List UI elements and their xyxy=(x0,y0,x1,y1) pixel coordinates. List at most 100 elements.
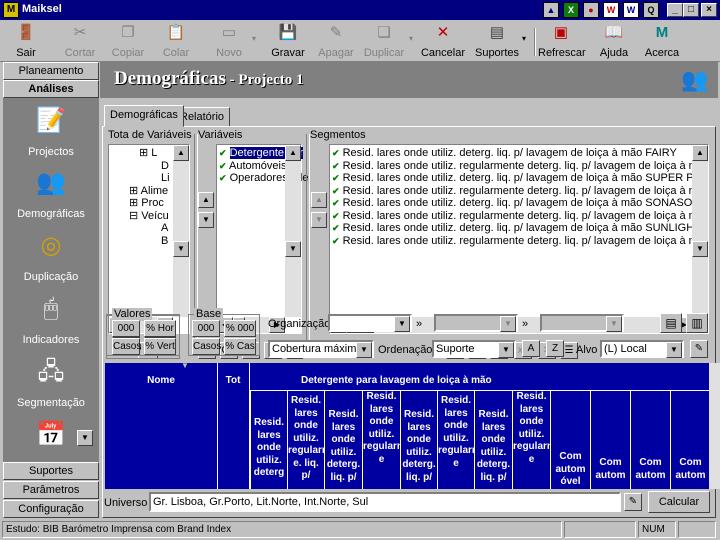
grid-column-header[interactable]: Resid. lares onde utiliz. regularment e xyxy=(437,391,474,489)
tree-item[interactable]: Li xyxy=(161,172,170,185)
list-item[interactable]: ✔ Resid. lares onde utiliz. deterg. liq.… xyxy=(332,222,701,235)
list-item[interactable]: ✔ Automóveis xyxy=(219,160,286,173)
supports-button[interactable]: ▤ Suportes xyxy=(474,20,520,62)
delete-button[interactable]: ✎ Apagar xyxy=(314,20,358,62)
grid-column-header[interactable]: Resid. lares onde utiliz. regularment e xyxy=(362,391,400,489)
move-down-button[interactable]: ▼ xyxy=(198,212,214,228)
cancel-button[interactable]: ✕ Cancelar xyxy=(420,20,466,62)
duplicate-button[interactable]: ❏ Duplicar xyxy=(362,20,406,62)
tree-item[interactable]: A xyxy=(161,222,168,235)
duplicate-dropdown-icon[interactable]: ▾ xyxy=(409,34,413,43)
sort-asc-button[interactable]: A xyxy=(522,340,540,357)
level3-select[interactable]: ▼ xyxy=(540,314,624,332)
tray-up-icon[interactable]: ▲ xyxy=(543,2,559,18)
grid-column-header[interactable]: Com autom xyxy=(590,391,630,489)
tab-demograficas[interactable]: Demográficas xyxy=(104,105,184,127)
alvo-edit-button[interactable]: ✎ xyxy=(690,340,708,358)
segments-list[interactable]: ✔ Resid. lares onde utiliz. deterg. liq.… xyxy=(329,144,709,334)
move-up-button[interactable]: ▲ xyxy=(198,192,214,208)
save-button[interactable]: 💾 Gravar xyxy=(268,20,308,62)
results-grid[interactable]: ▼ Nome Tot Detergente para lavagem de lo… xyxy=(105,363,709,489)
list-item[interactable]: ✔ Resid. lares onde utiliz. deterg. liq.… xyxy=(332,197,698,210)
scroll-down-icon[interactable]: ▼ xyxy=(173,241,189,257)
scroll-up-icon[interactable]: ▲ xyxy=(285,145,301,161)
valores-000-btn[interactable]: 000 xyxy=(112,320,140,337)
nav-analises-button[interactable]: Análises xyxy=(3,80,99,98)
organizacao-select[interactable]: ▼ xyxy=(328,314,412,332)
valores-vert-btn[interactable]: % Vert xyxy=(144,338,176,355)
nav-item-demograficas[interactable]: 👥 Demográficas xyxy=(3,168,99,220)
scroll-up-icon[interactable]: ▲ xyxy=(173,145,189,161)
new-dropdown-icon[interactable]: ▾ xyxy=(252,34,256,43)
cobertura-select[interactable]: Cobertura máxima ▼ xyxy=(268,340,374,358)
nav-configuracao-button[interactable]: Configuração xyxy=(3,500,99,518)
base-cas-btn[interactable]: % Cas xyxy=(224,338,256,355)
list-item[interactable]: ✔ Resid. lares onde utiliz. regularmente… xyxy=(332,160,708,173)
word-icon[interactable]: W xyxy=(623,2,639,18)
grid-header-tot[interactable]: Tot xyxy=(218,375,248,386)
grid-column-header[interactable]: Com autom xyxy=(630,391,670,489)
list-item[interactable]: ✔ Resid. lares onde utiliz. regularmente… xyxy=(332,210,708,223)
supports-dropdown-icon[interactable]: ▾ xyxy=(522,34,526,43)
segment-down-button[interactable]: ▼ xyxy=(311,212,327,228)
grid-group-header[interactable]: Detergente para lavagem de loiça à mão xyxy=(251,375,551,386)
list-item[interactable]: ✔ Resid. lares onde utiliz. regularmente… xyxy=(332,235,708,248)
grid-column-header[interactable]: Resid. lares onde utiliz. deterg. liq. p… xyxy=(400,391,437,489)
nav-item-segmentacao[interactable]: 🖧 Segmentação xyxy=(3,357,99,409)
search-icon[interactable]: Q xyxy=(643,2,659,18)
nav-item-duplicacao[interactable]: ◎ Duplicação xyxy=(3,231,99,283)
maximize-button[interactable]: □ xyxy=(683,3,699,17)
tree-item[interactable]: D xyxy=(161,160,169,173)
copy-button[interactable]: ❐ Copiar xyxy=(108,20,148,62)
segments-vertical-scrollbar[interactable]: ▲ ▼ xyxy=(692,145,708,317)
tree-vertical-scrollbar[interactable]: ▲ ▼ xyxy=(173,145,189,317)
grid-column-header[interactable]: Resid. lares onde utiliz. deterg xyxy=(250,391,287,489)
universo-edit-button[interactable]: ✎ xyxy=(624,493,642,511)
grid-column-header[interactable]: Com autom xyxy=(670,391,709,489)
valores-casos-btn[interactable]: Casos xyxy=(112,338,141,355)
export-button[interactable]: ▤ xyxy=(660,313,682,333)
list-item[interactable]: ✔ Resid. lares onde utiliz. regularmente… xyxy=(332,185,708,198)
nav-item-indicadores[interactable]: 🖱 Indicadores xyxy=(3,294,99,346)
about-button[interactable]: M Acerca xyxy=(640,20,684,62)
minimize-button[interactable]: _ xyxy=(667,3,683,17)
tree-item[interactable]: ⊟ Veícu xyxy=(129,210,169,223)
tree-item[interactable]: ⊞ Alime xyxy=(129,185,168,198)
powerpoint-icon[interactable]: W xyxy=(603,2,619,18)
scroll-down-icon[interactable]: ▼ xyxy=(692,241,708,257)
list-item[interactable]: ✔ Resid. lares onde utiliz. deterg. liq.… xyxy=(332,147,677,160)
exit-button[interactable]: 🚪 Sair xyxy=(6,20,46,62)
universo-field[interactable]: Gr. Lisboa, Gr.Porto, Lit.Norte, Int.Nor… xyxy=(149,492,621,512)
grid-column-header[interactable]: Com autom óvel xyxy=(550,391,590,489)
print-button[interactable]: ▥ xyxy=(686,313,708,333)
scroll-up-icon[interactable]: ▲ xyxy=(692,145,708,161)
segment-up-button[interactable]: ▲ xyxy=(311,192,327,208)
base-pct-000-btn[interactable]: % 000 xyxy=(224,320,256,337)
grid-column-header[interactable]: Resid. lares onde utiliz. regularment e xyxy=(512,391,550,489)
tree-item[interactable]: ⊞ Proc xyxy=(129,197,164,210)
clock-icon[interactable]: ● xyxy=(583,2,599,18)
refresh-button[interactable]: ▣ Refrescar xyxy=(538,20,586,62)
cut-button[interactable]: ✂ Cortar xyxy=(60,20,100,62)
tree-item[interactable]: ⊞ L xyxy=(139,147,157,160)
excel-icon[interactable]: X xyxy=(563,2,579,18)
calcular-button[interactable]: Calcular xyxy=(648,491,710,513)
scroll-down-icon[interactable]: ▼ xyxy=(285,241,301,257)
base-000-btn[interactable]: 000 xyxy=(192,320,220,337)
close-button[interactable]: × xyxy=(701,3,717,17)
level2-select[interactable]: ▼ xyxy=(434,314,518,332)
nav-planeamento-button[interactable]: Planeamento xyxy=(3,62,99,80)
variables-vertical-scrollbar[interactable]: ▲ ▼ xyxy=(285,145,301,317)
variables-tree[interactable]: ⊞ L D Li ⊞ Alime ⊞ Proc ⊟ Veícu A B ▲ ▼ … xyxy=(108,144,190,334)
tree-item[interactable]: B xyxy=(161,235,168,248)
grid-column-header[interactable]: Resid. lares onde utiliz. deterg. liq. p… xyxy=(474,391,512,489)
list-item[interactable]: ✔ Resid. lares onde utiliz. deterg. liq.… xyxy=(332,172,708,185)
nav-scroll-down-button[interactable]: ▼ xyxy=(77,430,93,446)
nav-item-projectos[interactable]: 📝 Projectos xyxy=(3,106,99,158)
paste-button[interactable]: 📋 Colar xyxy=(156,20,196,62)
grid-column-header[interactable]: Resid. lares onde utiliz. deterg. liq. p… xyxy=(324,391,362,489)
valores-hor-btn[interactable]: % Hor xyxy=(144,320,176,337)
alvo-select[interactable]: (L) Local ▼ xyxy=(600,340,684,358)
ordenacao-select[interactable]: Suporte ▼ xyxy=(432,340,516,358)
variables-list[interactable]: ✔ Detergente par ✔ Automóveis ✔ Operador… xyxy=(216,144,309,334)
